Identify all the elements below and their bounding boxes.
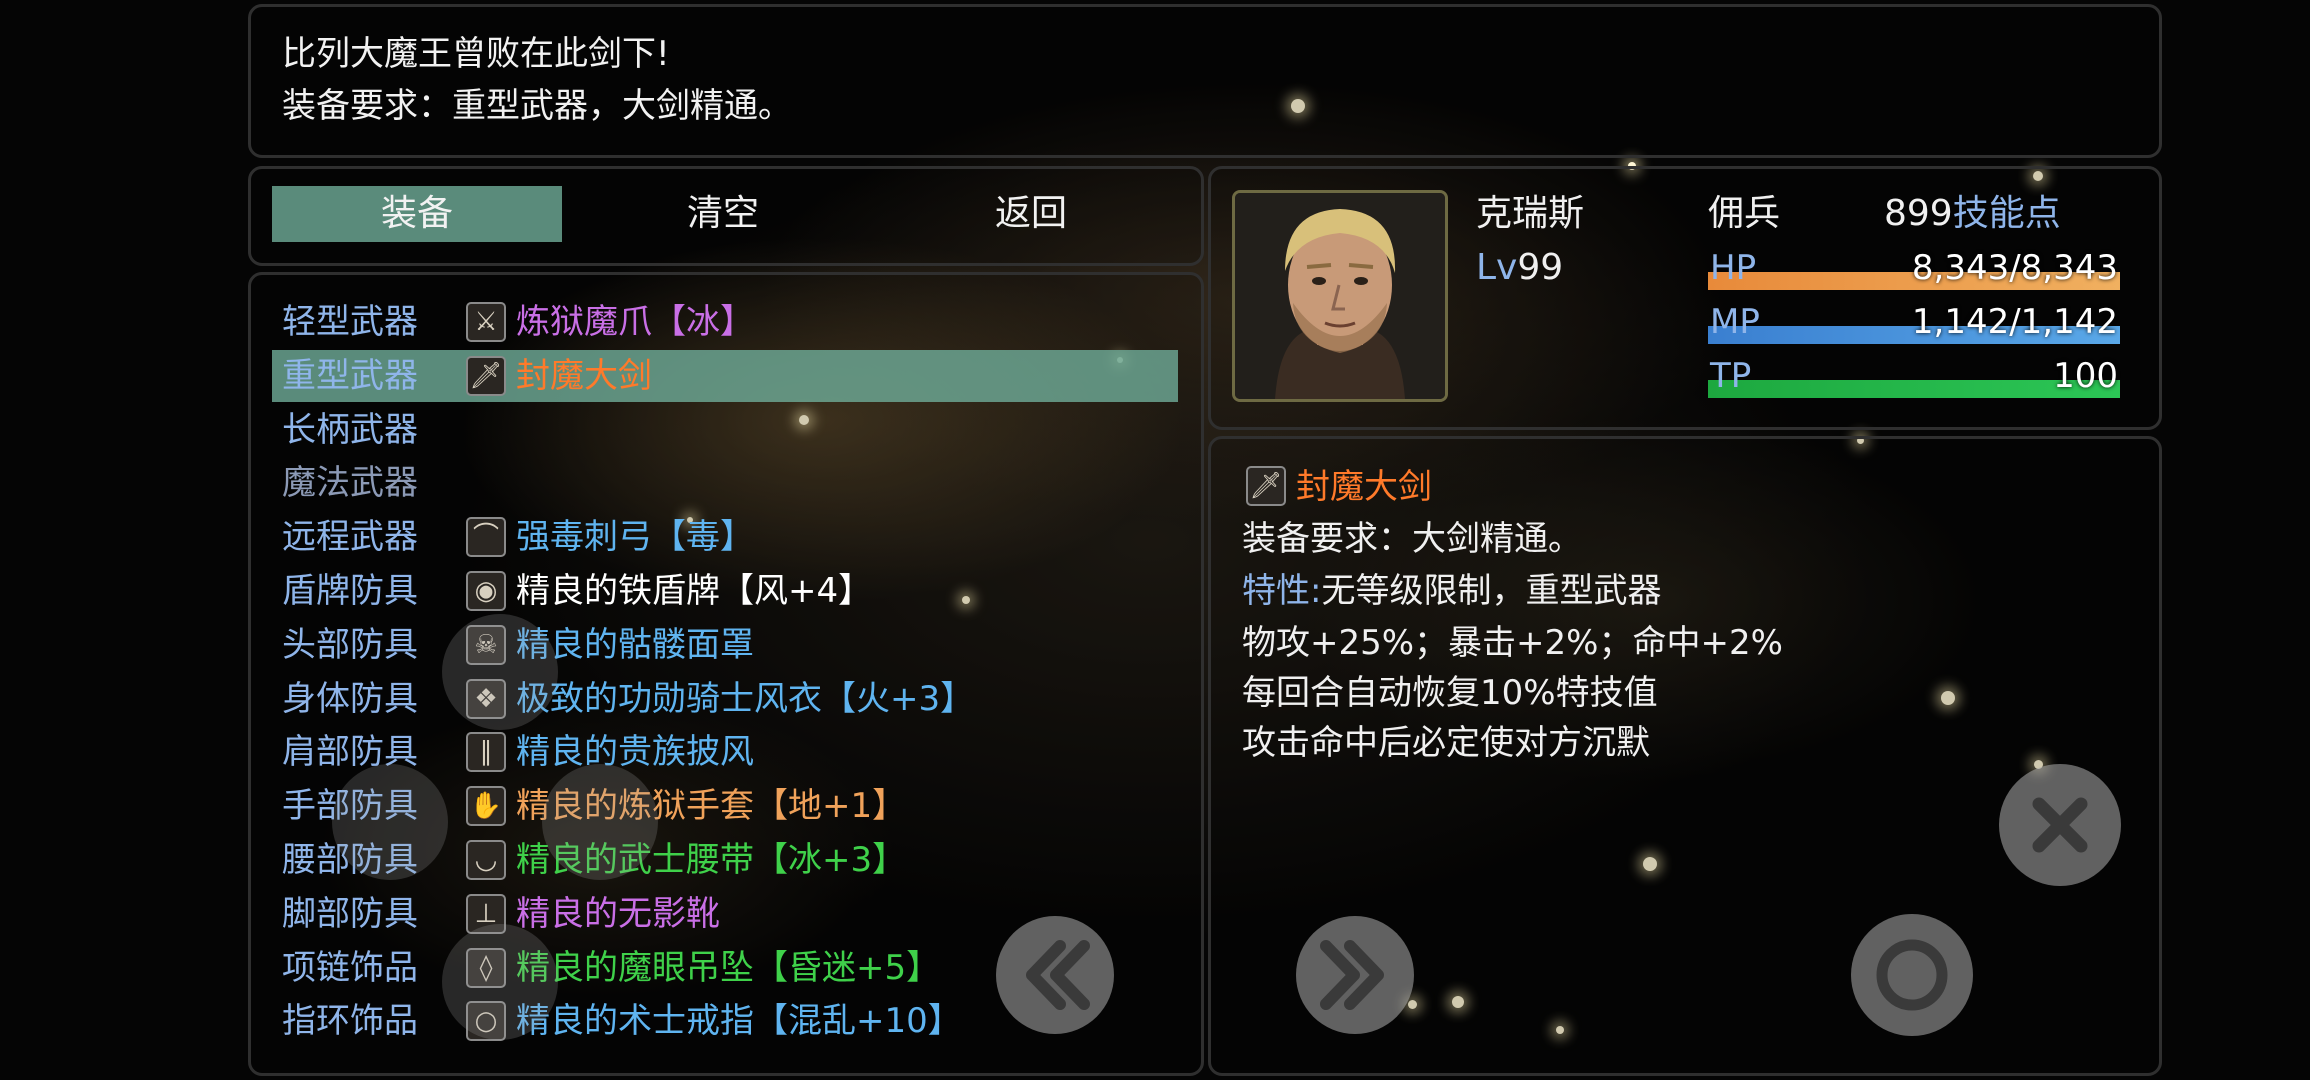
page-left-button[interactable] bbox=[996, 916, 1114, 1034]
equip-slot-label: 长柄武器 bbox=[282, 410, 418, 450]
equipped-item-name: 精良的铁盾牌【风+4】 bbox=[516, 571, 873, 611]
detail-item-name: 封魔大剑 bbox=[1296, 467, 1432, 507]
circle-icon bbox=[1876, 939, 1948, 1011]
detail-effect-1: 每回合自动恢复10%特技值 bbox=[1242, 673, 1658, 713]
hp-label: HP bbox=[1710, 248, 1757, 288]
hp-gauge: HP 8,343/8,343 bbox=[1708, 246, 2120, 294]
skill-points-label: 技能点 bbox=[1952, 193, 2061, 234]
equip-slot-row[interactable]: 轻型武器 ⚔ 炼狱魔爪【冰】 bbox=[272, 296, 1178, 348]
mp-value: 1,142/1,142 bbox=[1911, 302, 2118, 342]
page-right-button[interactable] bbox=[1296, 916, 1414, 1034]
equip-slot-row[interactable]: 魔法武器 bbox=[272, 457, 1178, 509]
confirm-button[interactable] bbox=[1851, 914, 1973, 1036]
virtual-dpad[interactable] bbox=[330, 612, 660, 1042]
mp-gauge: MP 1,142/1,142 bbox=[1708, 300, 2120, 348]
sword-icon: 🗡 bbox=[466, 356, 506, 396]
equip-slot-row[interactable]: 长柄武器 bbox=[272, 404, 1178, 456]
equip-command[interactable]: 装备 bbox=[272, 186, 562, 242]
close-icon bbox=[2032, 797, 2088, 853]
skill-points-value: 899 bbox=[1884, 193, 1953, 234]
shield-icon: ◉ bbox=[466, 571, 506, 611]
double-chevron-right-icon bbox=[1320, 940, 1384, 1010]
equip-slot-label: 重型武器 bbox=[282, 356, 418, 396]
help-text: 比列大魔王曾败在此剑下! 装备要求：重型武器，大剑精通。 bbox=[282, 28, 792, 132]
hp-value: 8,343/8,343 bbox=[1911, 248, 2118, 288]
tp-gauge: TP 100 bbox=[1708, 354, 2120, 402]
double-chevron-left-icon bbox=[1026, 940, 1090, 1010]
equipped-item-name: 封魔大剑 bbox=[516, 356, 652, 396]
back-command[interactable]: 返回 bbox=[886, 186, 1176, 242]
detail-trait-label: 特性: bbox=[1242, 571, 1322, 611]
mp-label: MP bbox=[1710, 302, 1760, 342]
cancel-button[interactable] bbox=[1999, 764, 2121, 886]
equipped-item-name: 炼狱魔爪【冰】 bbox=[516, 302, 754, 342]
detail-effect-2: 攻击命中后必定使对方沉默 bbox=[1242, 723, 1650, 763]
equipped-item-name: 强毒刺弓【毒】 bbox=[516, 517, 754, 557]
equip-slot-row[interactable]: 远程武器 ⌒ 强毒刺弓【毒】 bbox=[272, 511, 1178, 563]
actor-class: 佣兵 bbox=[1708, 193, 1781, 234]
detail-requirement: 装备要求：大剑精通。 bbox=[1242, 519, 1582, 559]
equip-slot-row[interactable]: 盾牌防具 ◉ 精良的铁盾牌【风+4】 bbox=[272, 565, 1178, 617]
claw-icon: ⚔ bbox=[466, 302, 506, 342]
equip-slot-row[interactable]: 重型武器 🗡 封魔大剑 bbox=[272, 350, 1178, 402]
actor-level: Lv99 bbox=[1476, 246, 1563, 290]
help-line-1: 比列大魔王曾败在此剑下! bbox=[282, 34, 670, 74]
actor-level-value: 99 bbox=[1517, 247, 1564, 288]
detail-stats: 物攻+25%；暴击+2%；命中+2% bbox=[1242, 623, 1783, 663]
clear-command[interactable]: 清空 bbox=[578, 186, 868, 242]
tp-label: TP bbox=[1710, 356, 1752, 396]
sword-icon: 🗡 bbox=[1246, 466, 1286, 506]
detail-trait: 特性:无等级限制，重型武器 bbox=[1242, 566, 1661, 616]
equip-slot-label: 轻型武器 bbox=[282, 302, 418, 342]
equip-slot-label: 魔法武器 bbox=[282, 463, 418, 503]
actor-portrait bbox=[1232, 190, 1448, 402]
equip-slot-label: 盾牌防具 bbox=[282, 571, 418, 611]
actor-name: 克瑞斯 bbox=[1476, 193, 1585, 234]
bow-icon: ⌒ bbox=[466, 517, 506, 557]
actor-level-label: Lv bbox=[1476, 247, 1518, 288]
skill-points: 899技能点 bbox=[1884, 192, 2061, 236]
tp-value: 100 bbox=[2053, 356, 2118, 396]
detail-trait-text: 无等级限制，重型武器 bbox=[1321, 571, 1662, 611]
equip-slot-label: 远程武器 bbox=[282, 517, 418, 557]
help-line-2: 装备要求：重型武器，大剑精通。 bbox=[282, 86, 792, 126]
